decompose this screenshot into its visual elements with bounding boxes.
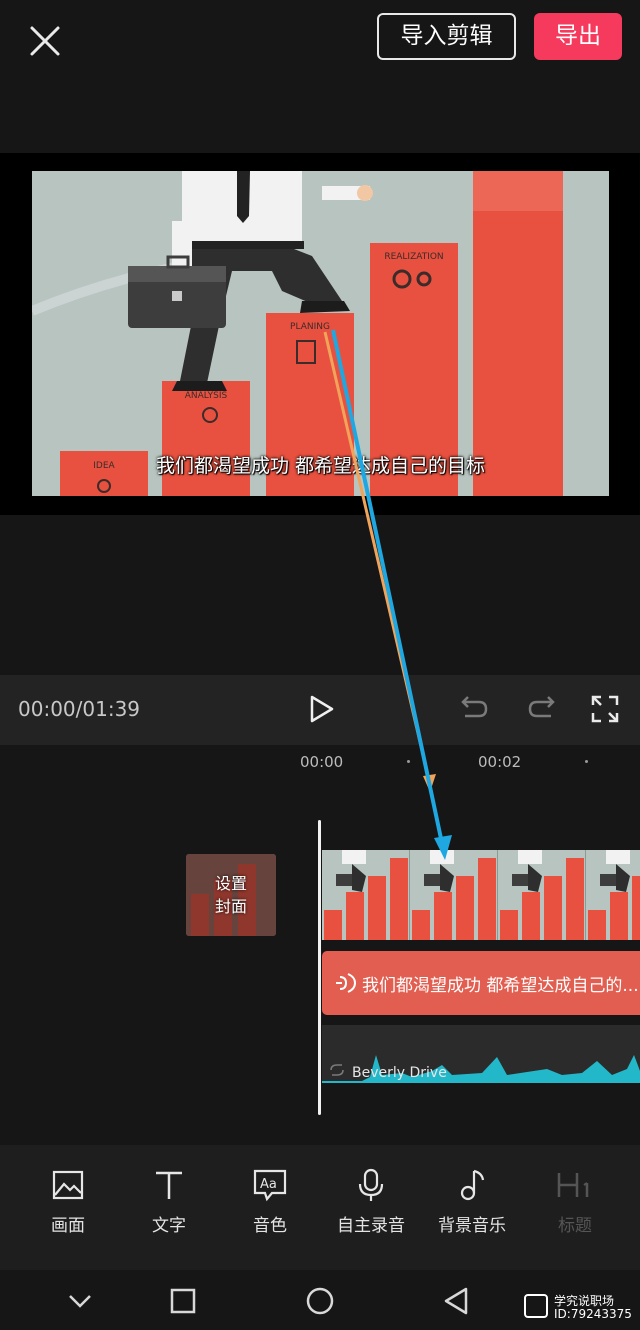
image-icon <box>52 1170 84 1200</box>
text-icon <box>156 1171 182 1199</box>
svg-text:Aa: Aa <box>260 1177 277 1192</box>
set-cover-button[interactable]: 设置 封面 <box>186 854 276 936</box>
text-track-clip[interactable]: 我们都渴望成功 都希望达成自己的... <box>322 951 640 1015</box>
tool-heading[interactable]: 标题 <box>525 1167 625 1247</box>
tool-label: 画面 <box>51 1216 85 1236</box>
audio-track-label: Beverly Drive <box>352 1065 447 1081</box>
tool-voice-tone[interactable]: Aa 音色 <box>220 1167 320 1247</box>
voice-tone-icon: Aa <box>253 1169 287 1202</box>
watermark-logo-icon <box>524 1294 548 1318</box>
watermark: 学究说职场 ID:79243375 <box>524 1292 634 1324</box>
tool-text[interactable]: 文字 <box>119 1167 219 1247</box>
tool-label: 背景音乐 <box>438 1216 506 1236</box>
music-note-icon <box>460 1169 485 1201</box>
close-icon[interactable] <box>28 24 62 58</box>
stair-label-analysis: ANALYSIS <box>185 391 228 401</box>
microphone-icon <box>358 1168 384 1201</box>
playhead[interactable] <box>318 820 321 1115</box>
import-clip-button[interactable]: 导入剪辑 <box>377 13 516 60</box>
tool-label: 自主录音 <box>337 1216 405 1236</box>
stair-label-planing: PLANING <box>290 322 330 332</box>
clip-frame <box>410 850 498 940</box>
audio-track-clip[interactable]: Beverly Drive <box>322 1025 640 1083</box>
tool-record[interactable]: 自主录音 <box>321 1167 421 1247</box>
top-bar: 导入剪辑 导出 <box>0 0 640 80</box>
watermark-line2: ID:79243375 <box>554 1307 632 1321</box>
fullscreen-icon[interactable] <box>587 691 623 727</box>
redo-icon[interactable] <box>525 691 561 727</box>
cover-label: 设置 封面 <box>186 872 276 918</box>
export-button[interactable]: 导出 <box>534 13 622 60</box>
stair-label-realization: REALIZATION <box>384 252 443 262</box>
playback-controls: 00:00/01:39 <box>0 675 640 745</box>
video-frame-illustration: IDEA ANALYSIS PLANING REALIZATION <box>32 171 609 496</box>
bottom-toolbar: 画面 文字 Aa 音色 自主录音 背景音乐 标题 <box>0 1145 640 1270</box>
heading-icon <box>557 1173 589 1197</box>
tool-label: 文字 <box>152 1216 186 1236</box>
ruler-tick <box>585 760 588 763</box>
video-preview[interactable]: IDEA ANALYSIS PLANING REALIZATION 我们都渴望成… <box>32 171 609 496</box>
music-loop-icon <box>330 1064 344 1076</box>
clip-frame <box>498 850 586 940</box>
tool-image[interactable]: 画面 <box>18 1167 118 1247</box>
cover-label-line2: 封面 <box>214 897 247 916</box>
timeline[interactable]: 00:00 00:02 设置 封面 我们都渴望成功 都希望达成自己的... Be… <box>0 745 640 1145</box>
video-clip-track[interactable] <box>322 850 640 940</box>
play-icon[interactable] <box>303 691 339 727</box>
text-to-speech-icon <box>336 973 357 993</box>
ruler-label-0: 00:00 <box>300 753 344 771</box>
circle-icon[interactable] <box>306 1287 334 1315</box>
clip-frame <box>322 850 410 940</box>
undo-icon[interactable] <box>455 691 491 727</box>
ruler-tick <box>407 760 410 763</box>
cover-label-line1: 设置 <box>214 874 247 893</box>
text-track-label: 我们都渴望成功 都希望达成自己的... <box>362 976 638 996</box>
tool-label: 标题 <box>558 1216 592 1236</box>
back-triangle-icon[interactable] <box>442 1287 470 1315</box>
tool-background-music[interactable]: 背景音乐 <box>422 1167 522 1247</box>
ruler-label-1: 00:02 <box>478 753 522 771</box>
chevron-down-icon[interactable] <box>66 1287 94 1315</box>
square-icon[interactable] <box>169 1287 197 1315</box>
tool-label: 音色 <box>253 1216 287 1236</box>
video-subtitle: 我们都渴望成功 都希望达成自己的目标 <box>155 455 486 477</box>
clip-frame <box>586 850 640 940</box>
timecode: 00:00/01:39 <box>18 697 141 721</box>
